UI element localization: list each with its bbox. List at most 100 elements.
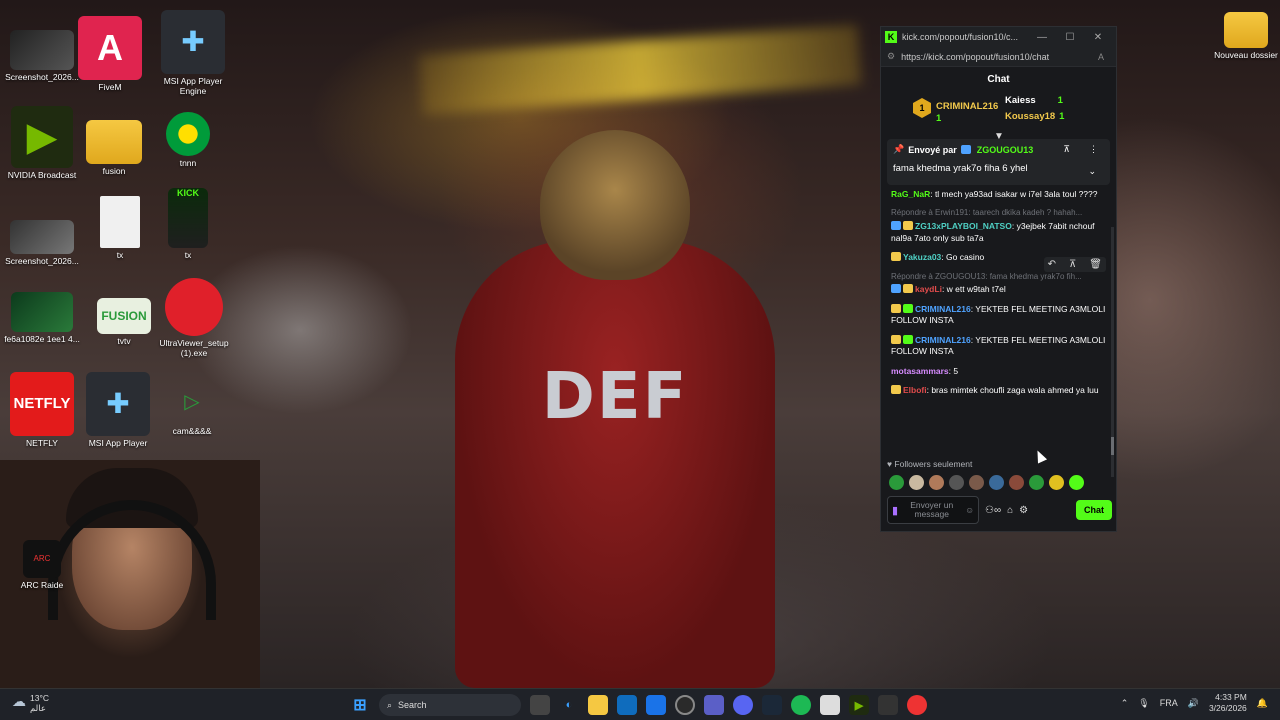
chat-scroll-thumb[interactable] [1111, 437, 1114, 455]
address-bar[interactable]: ⚙ https://kick.com/popout/fusion10/chat … [881, 47, 1116, 67]
chrome-icon[interactable] [907, 695, 927, 715]
emote-icon[interactable] [889, 475, 904, 490]
teams-icon[interactable] [704, 695, 724, 715]
screenshot-thumbnail-icon [10, 30, 74, 70]
chat-message: CRIMINAL216: YEKTEB FEL MEETING A3MLOLI … [891, 334, 1106, 358]
reply-context[interactable]: Répondre à Erwin191: taarech dkika kadeh… [891, 208, 1106, 219]
chat-text: : 5 [948, 365, 959, 376]
nvidia-broadcast-icon[interactable]: ▶ [849, 695, 869, 715]
pin-message-icon[interactable]: ⊼ [1069, 259, 1076, 270]
file-explorer-icon[interactable] [588, 695, 608, 715]
chat-username[interactable]: CRIMINAL216 [915, 304, 971, 314]
read-aloud-icon[interactable]: A [1098, 52, 1104, 62]
desktop-icon-arc-raiders[interactable]: ARC ARC Raide [0, 540, 84, 591]
desktop-icon-screenshot-2[interactable]: Screenshot_2026... [0, 220, 84, 267]
emote-icon[interactable] [969, 475, 984, 490]
chat-username[interactable]: Yakuza03 [903, 252, 941, 262]
spotify-icon[interactable] [791, 695, 811, 715]
emote-bar [889, 475, 1084, 490]
emote-icon[interactable] [909, 475, 924, 490]
emote-icon[interactable] [949, 475, 964, 490]
taskbar: ☁ 13°C عالم ⊞ ⌕ Search ◐ ▶ ⌃ 🎙 FRA 🔊 4:3… [0, 688, 1280, 720]
sub-badge-icon [903, 303, 913, 313]
chat-username[interactable]: ZG13xPLAYBOI_NATSO [915, 221, 1012, 231]
start-windows-icon[interactable]: ⊞ [350, 695, 370, 715]
emote-icon[interactable] [989, 475, 1004, 490]
temperature: 13°C [30, 693, 49, 703]
chat-username[interactable]: Elbofi [903, 385, 927, 395]
obs-icon[interactable] [878, 695, 898, 715]
chat-username[interactable]: CRIMINAL216 [915, 335, 971, 345]
desktop-icon-fivem[interactable]: A FiveM [68, 16, 152, 93]
folder-icon [86, 120, 142, 164]
image-thumbnail-icon [11, 292, 73, 332]
emote-icon[interactable] [1029, 475, 1044, 490]
notification-bell-icon[interactable]: 🔔 [1257, 698, 1268, 709]
chat-text: : bras mimtek choufli zaga wala ahmed ya… [926, 385, 1099, 396]
unpin-icon[interactable]: ⊼ [1063, 144, 1070, 155]
emote-icon[interactable] [1069, 475, 1084, 490]
url-text[interactable]: https://kick.com/popout/fusion10/chat [901, 52, 1098, 62]
taskbar-search[interactable]: ⌕ Search [379, 694, 521, 716]
cloud-icon: ☁ [12, 693, 26, 709]
gift-leaderboard: 1 CRIMINAL216 1 Kaiess 1 Koussay18 1 ▼ [881, 93, 1116, 142]
users-icon[interactable]: ⚇∞ [985, 505, 1001, 516]
desktop-icon-netfly[interactable]: NETFLY NETFLY [0, 372, 84, 449]
more-options-icon[interactable]: ⋮ [1089, 144, 1098, 155]
leader-second[interactable]: Kaiess 1 [1005, 95, 1063, 106]
discord-icon[interactable] [733, 695, 753, 715]
desktop-icon-tx-kick[interactable]: KICK tx [146, 188, 230, 261]
chat-input[interactable]: ▮ Envoyer un message ☺ [887, 496, 979, 524]
volume-icon[interactable]: 🔊 [1188, 698, 1199, 709]
task-view-icon[interactable] [530, 695, 550, 715]
minimize-button[interactable]: — [1028, 32, 1056, 43]
gift-icon[interactable]: ⌂ [1007, 505, 1013, 516]
followers-only-label: Followers seulement [894, 459, 973, 469]
reply-context[interactable]: Répondre à ZGOUGOU13: fama khedma yrak7o… [891, 272, 1106, 283]
chat-username[interactable]: motasammars [891, 366, 949, 376]
leader-third[interactable]: Koussay18 1 [1005, 111, 1064, 122]
desktop-icon-msi-engine[interactable]: ✚ MSI App Player Engine [151, 10, 235, 97]
emoji-icon[interactable]: ☺ [965, 505, 974, 515]
edge-icon[interactable]: ◐ [559, 695, 579, 715]
store-icon[interactable] [646, 695, 666, 715]
settings-icon[interactable]: ⚙ [1019, 505, 1028, 516]
xbox-icon[interactable] [675, 695, 695, 715]
steam-icon[interactable] [762, 695, 782, 715]
snipping-tool-icon[interactable] [820, 695, 840, 715]
weather-widget[interactable]: ☁ 13°C عالم [12, 693, 49, 713]
chat-message: RaG_NaR: tl mech ya93ad isakar w i7el 3a… [891, 189, 1106, 200]
show-hidden-icons-icon[interactable]: ⌃ [1121, 698, 1129, 709]
emote-icon[interactable] [1049, 475, 1064, 490]
emote-icon[interactable] [929, 475, 944, 490]
desktop-icon-new-folder[interactable]: Nouveau dossier [1204, 12, 1280, 61]
desktop-icon-ultraviewer[interactable]: UltraViewer_setup (1).exe [152, 278, 236, 359]
desktop-icon-fusion-folder[interactable]: fusion [72, 120, 156, 177]
delete-icon[interactable]: 🗑 [1089, 259, 1102, 270]
clock[interactable]: 4:33 PM 3/26/2026 [1209, 692, 1247, 714]
pinned-user[interactable]: ZGOUGOU13 [977, 145, 1034, 155]
desktop-icon-msi-player[interactable]: ✚ MSI App Player [76, 372, 160, 449]
maximize-button[interactable]: ☐ [1056, 32, 1084, 43]
site-info-icon[interactable]: ⚙ [887, 51, 895, 62]
mic-icon[interactable]: ▮ [892, 504, 898, 517]
shirt-text: DEF [541, 360, 689, 434]
outlook-icon[interactable] [617, 695, 637, 715]
reply-icon[interactable]: ↶ [1048, 259, 1056, 270]
kick-logo-icon: K [885, 31, 897, 43]
leader-first-name[interactable]: CRIMINAL216 [936, 101, 998, 112]
game-character: DEF [455, 130, 775, 688]
emote-icon[interactable] [1009, 475, 1024, 490]
desktop-icon-fe6a[interactable]: fe6a1082e 1ee1 4... [0, 292, 84, 345]
chat-username[interactable]: kaydLi [915, 284, 942, 294]
chevron-down-icon[interactable]: ⌄ [1088, 166, 1096, 177]
language-indicator[interactable]: FRA [1160, 698, 1178, 708]
desktop-icon-tnnn[interactable]: tnnn [146, 112, 230, 169]
desktop-icon-cam[interactable]: ▷ cam&&&& [150, 380, 234, 437]
close-button[interactable]: ✕ [1084, 32, 1112, 43]
chat-username[interactable]: RaG_NaR [891, 189, 930, 199]
pin-icon: 📌 [893, 144, 905, 154]
send-chat-button[interactable]: Chat [1076, 500, 1112, 520]
camera-icon: ▷ [184, 391, 200, 413]
microphone-icon[interactable]: 🎙 [1138, 698, 1149, 709]
